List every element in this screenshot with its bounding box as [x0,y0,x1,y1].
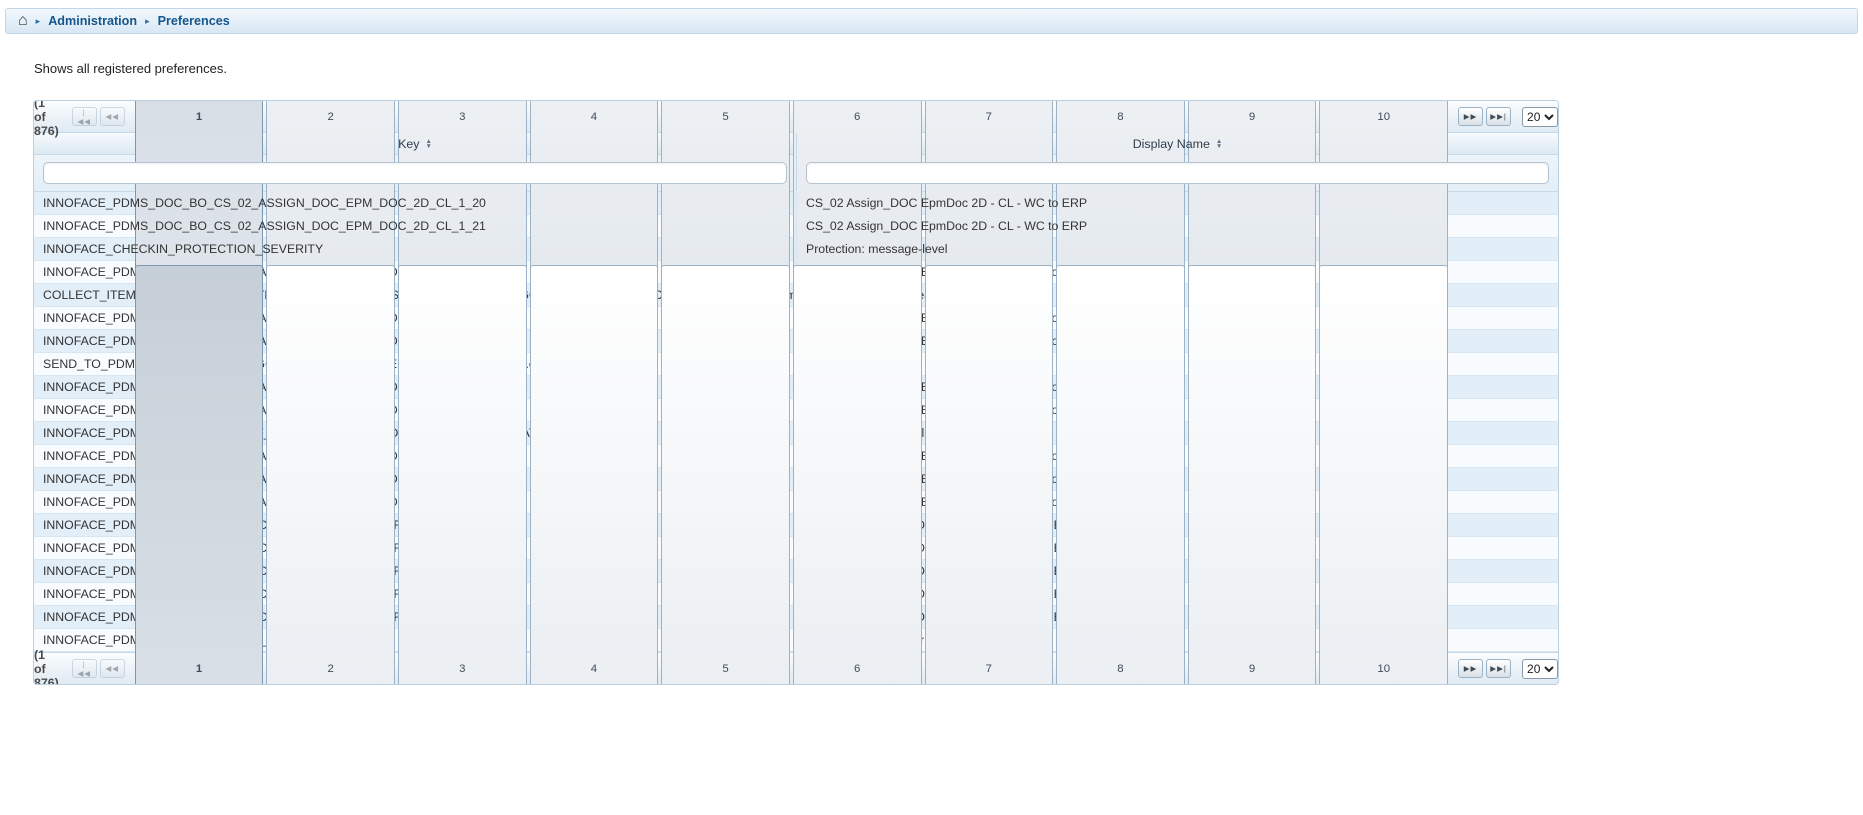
page-button-8[interactable]: 8 [1056,265,1185,685]
table-header-row: Key ▲▼ Display Name ▲▼ [34,133,1558,155]
display-name-filter-input[interactable] [806,162,1549,184]
page-button-3[interactable]: 3 [398,265,527,685]
rows-per-page-select[interactable]: 20 [1522,659,1558,679]
breadcrumb-item-administration[interactable]: Administration [48,14,137,28]
rows-per-page-select[interactable]: 20 [1522,107,1558,127]
chevron-right-icon: ▸ [145,16,150,27]
page-button-7[interactable]: 7 [925,265,1054,685]
column-header-display-name[interactable]: Display Name ▲▼ [796,133,1558,154]
breadcrumb-item-preferences[interactable]: Preferences [158,14,230,28]
chevron-right-icon: ▸ [36,16,41,27]
page-button-4[interactable]: 4 [530,265,659,685]
page-button-9[interactable]: 9 [1188,265,1317,685]
column-header-key-label: Key [398,137,419,151]
cell-display-name: CS_02 Assign_DOC EpmDoc 2D - CL - WC to … [796,215,1558,237]
table-row[interactable]: INNOFACE_PDMS_DOC_BO_CS_02_ASSIGN_DOC_EP… [34,215,1558,238]
last-page-button[interactable]: ▶▶| [1486,107,1511,126]
page-report: (1 of 876) [34,648,59,686]
sort-icon: ▲▼ [425,139,431,149]
cell-key: INNOFACE_PDMS_DOC_BO_CS_02_ASSIGN_DOC_EP… [34,215,796,237]
sort-icon: ▲▼ [1216,139,1222,149]
column-header-key[interactable]: Key ▲▼ [34,133,796,154]
next-page-button[interactable]: ▶▶ [1458,659,1483,678]
cell-key: INNOFACE_PDMS_DOC_BO_CS_02_ASSIGN_DOC_EP… [34,192,796,214]
paginator-top: (1 of 876) |◀◀ ◀◀ 1 2 3 4 5 6 7 8 9 10 ▶… [34,101,1558,133]
page-button-6[interactable]: 6 [793,265,922,685]
prev-page-button[interactable]: ◀◀ [100,107,125,126]
page-button-2[interactable]: 2 [266,265,395,685]
page: ⌂ ▸ Administration ▸ Preferences Shows a… [0,8,1863,815]
cell-key: INNOFACE_CHECKIN_PROTECTION_SEVERITY [34,238,796,260]
last-page-button[interactable]: ▶▶| [1486,659,1511,678]
page-report: (1 of 876) [34,100,59,138]
preferences-table: (1 of 876) |◀◀ ◀◀ 1 2 3 4 5 6 7 8 9 10 ▶… [33,100,1559,685]
key-filter-cell [34,155,796,191]
first-page-button[interactable]: |◀◀ [72,107,97,126]
home-icon[interactable]: ⌂ [18,13,28,29]
cell-display-name: Protection: message-level [796,238,1558,260]
first-page-button[interactable]: |◀◀ [72,659,97,678]
filter-row [34,155,1558,192]
page-button-10[interactable]: 10 [1319,265,1448,685]
column-header-display-name-label: Display Name [1133,137,1210,151]
breadcrumb: ⌂ ▸ Administration ▸ Preferences [5,8,1858,34]
key-filter-input[interactable] [43,162,787,184]
cell-display-name: CS_02 Assign_DOC EpmDoc 2D - CL - WC to … [796,192,1558,214]
prev-page-button[interactable]: ◀◀ [100,659,125,678]
display-name-filter-cell [796,155,1558,191]
table-row[interactable]: INNOFACE_CHECKIN_PROTECTION_SEVERITY Pro… [34,238,1558,261]
table-row[interactable]: INNOFACE_PDMS_DOC_BO_CS_02_ASSIGN_DOC_EP… [34,192,1558,215]
page-button-1[interactable]: 1 [135,265,264,685]
page-button-5[interactable]: 5 [661,265,790,685]
intro-text: Shows all registered preferences. [34,61,1863,76]
next-page-button[interactable]: ▶▶ [1458,107,1483,126]
paginator-bottom: (1 of 876) |◀◀ ◀◀ 1 2 3 4 5 6 7 8 9 10 ▶… [34,652,1558,684]
